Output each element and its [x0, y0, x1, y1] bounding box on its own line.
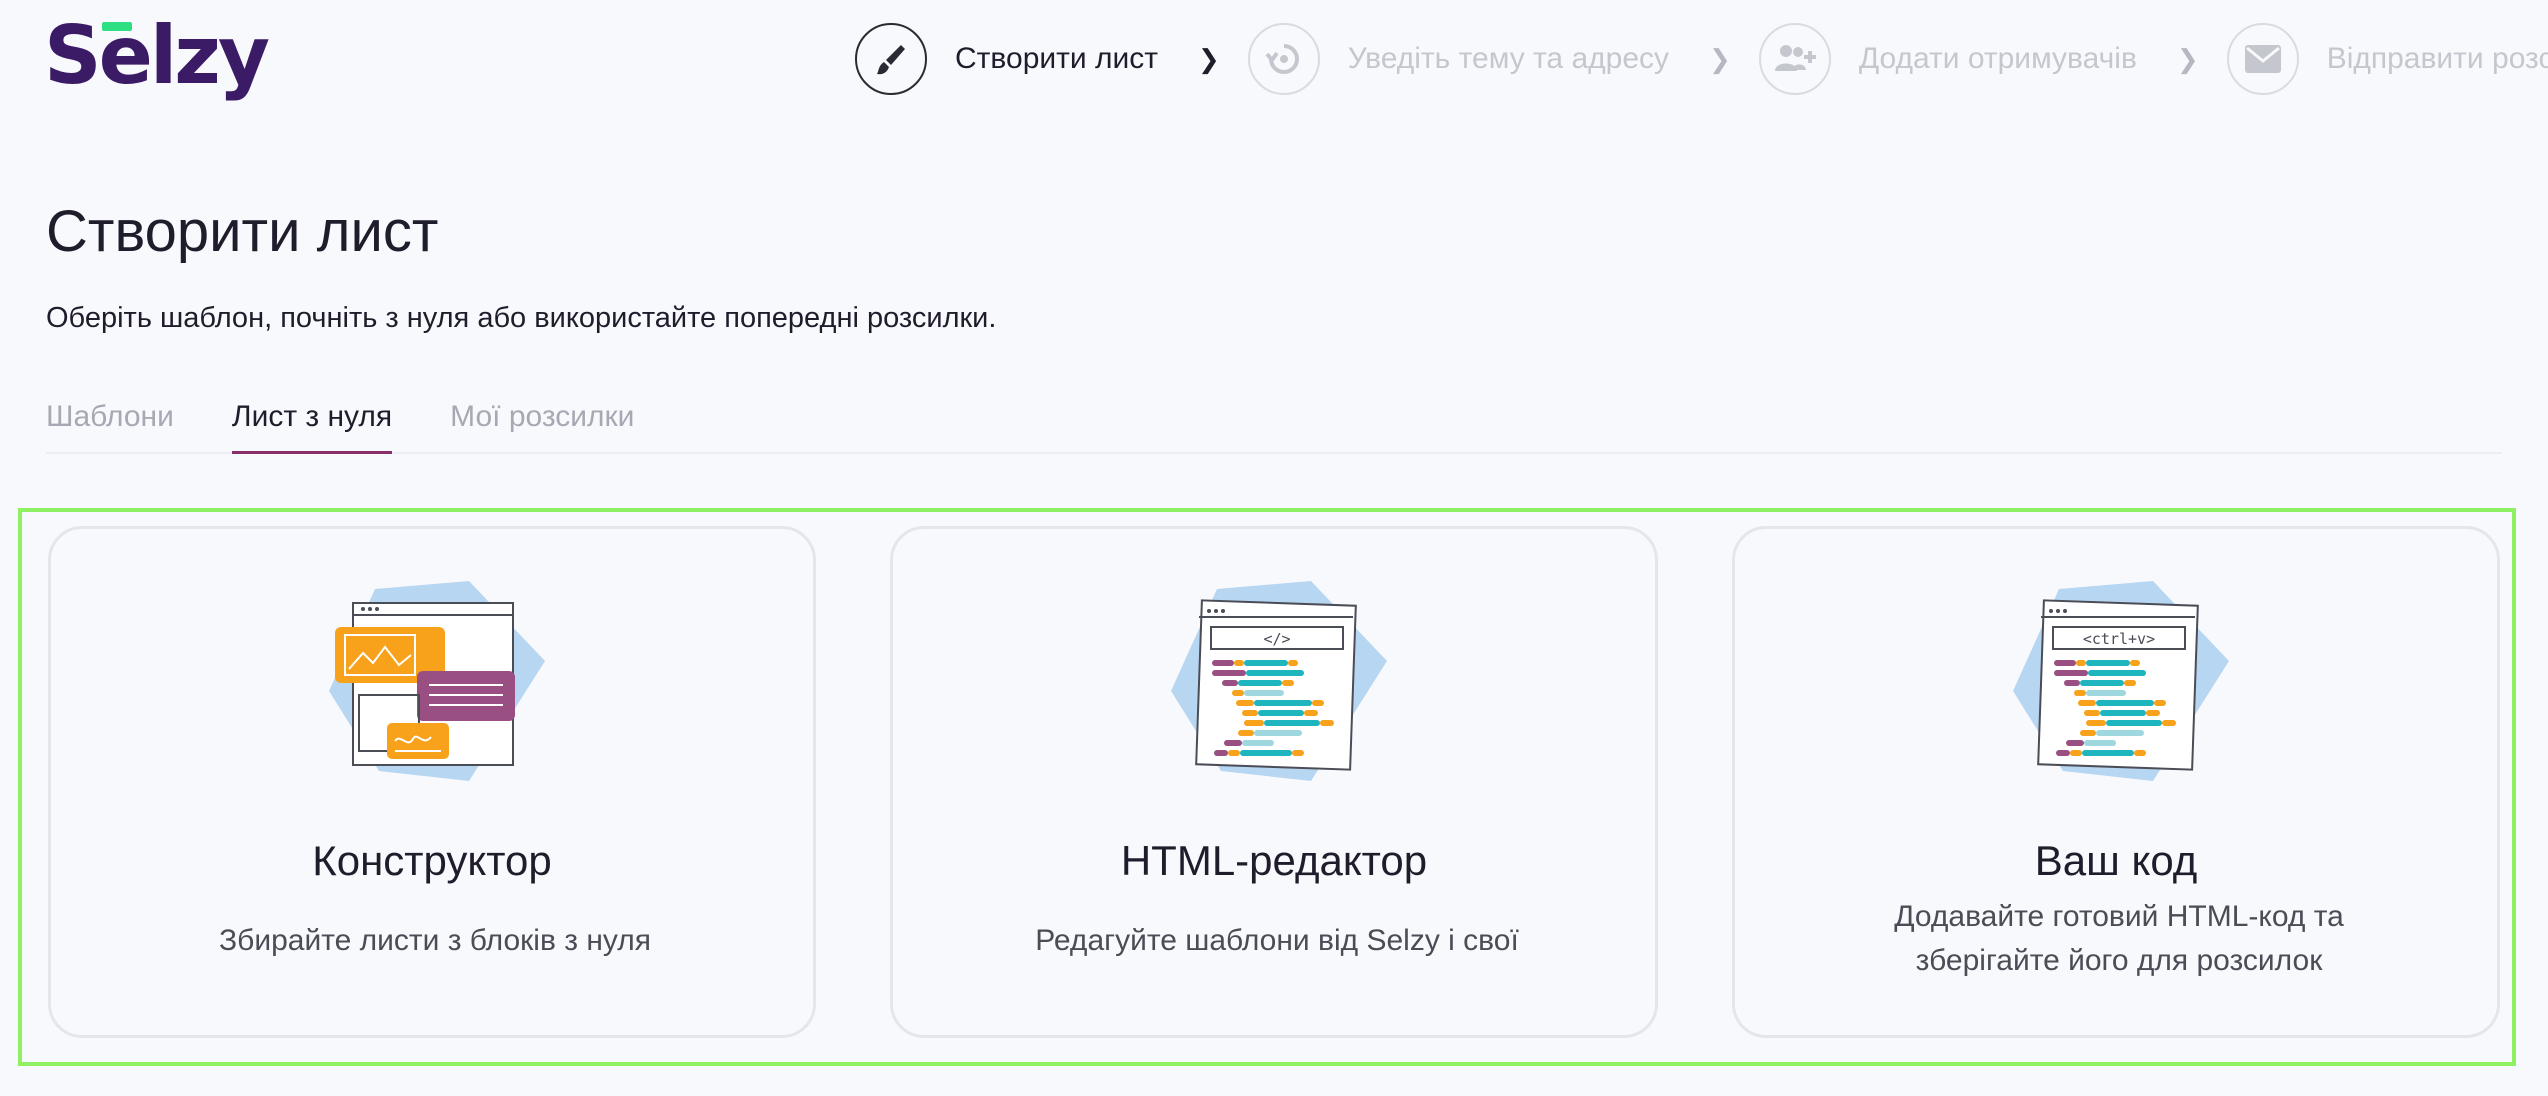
constructor-card[interactable]: Конструктор Збирайте листи з блоків з ну… [48, 526, 816, 1038]
page-title: Створити лист [46, 199, 439, 264]
html-editor-illustration: </> [1171, 581, 1387, 781]
step-add-recipients[interactable]: Додати отримувачів [1758, 23, 2137, 95]
wizard-steps: Створити лист ❯ Уведіть тему та адресу ❯ [855, 22, 2548, 96]
refresh-icon [1247, 23, 1320, 95]
paste-code-illustration: <ctrl+v> [2013, 581, 2229, 781]
constructor-illustration [329, 581, 545, 781]
tab-my-campaigns[interactable]: Мої розсилки [450, 390, 634, 454]
card-description: Редагуйте шаблони від Selzy і свої [1035, 924, 1519, 957]
options-panel: Конструктор Збирайте листи з блоків з ну… [18, 508, 2516, 1066]
card-title: Ваш код [2034, 837, 2198, 884]
card-description: Збирайте листи з блоків з нуля [219, 924, 651, 957]
step-label: Додати отримувачів [1858, 42, 2137, 75]
step-label: Створити лист [955, 42, 1158, 75]
selzy-logo[interactable]: Selzy [44, 8, 270, 104]
code-tag: <ctrl+v> [2083, 630, 2155, 648]
chevron-right-icon: ❯ [2176, 43, 2199, 74]
card-description: Додавайте готовий HTML-код та зберігайте… [1894, 900, 2344, 977]
step-create-letter[interactable]: Створити лист [855, 23, 1158, 95]
card-title: HTML-редактор [1120, 837, 1428, 884]
step-label: Відправити розсилку [2326, 42, 2548, 75]
step-subject-address[interactable]: Уведіть тему та адресу [1247, 23, 1670, 95]
tabs: Шаблони Лист з нуля Мої розсилки [46, 390, 2502, 454]
logo-accent-bar [102, 22, 132, 31]
add-users-icon [1758, 23, 1831, 95]
envelope-icon [2226, 23, 2299, 95]
page-subtitle: Оберіть шаблон, почніть з нуля або викор… [46, 302, 997, 334]
chevron-right-icon: ❯ [1197, 43, 1220, 74]
brush-icon [855, 23, 927, 95]
chevron-right-icon: ❯ [1709, 43, 1731, 74]
step-label: Уведіть тему та адресу [1347, 42, 1670, 75]
your-code-card[interactable]: <ctrl+v> Ваш код Додавайте готовий HTML-… [1732, 526, 2500, 1038]
html-editor-card[interactable]: </> HTML-редактор Редагуйте шаблони від … [890, 526, 1658, 1038]
step-send-campaign[interactable]: Відправити розсилку [2226, 23, 2548, 95]
header: Selzy Створити лист ❯ Уведіть тему та ад… [0, 0, 2548, 120]
card-title: Конструктор [312, 837, 552, 884]
code-tag: </> [1263, 630, 1290, 648]
tab-from-scratch[interactable]: Лист з нуля [231, 390, 393, 454]
tab-templates[interactable]: Шаблони [46, 390, 174, 454]
